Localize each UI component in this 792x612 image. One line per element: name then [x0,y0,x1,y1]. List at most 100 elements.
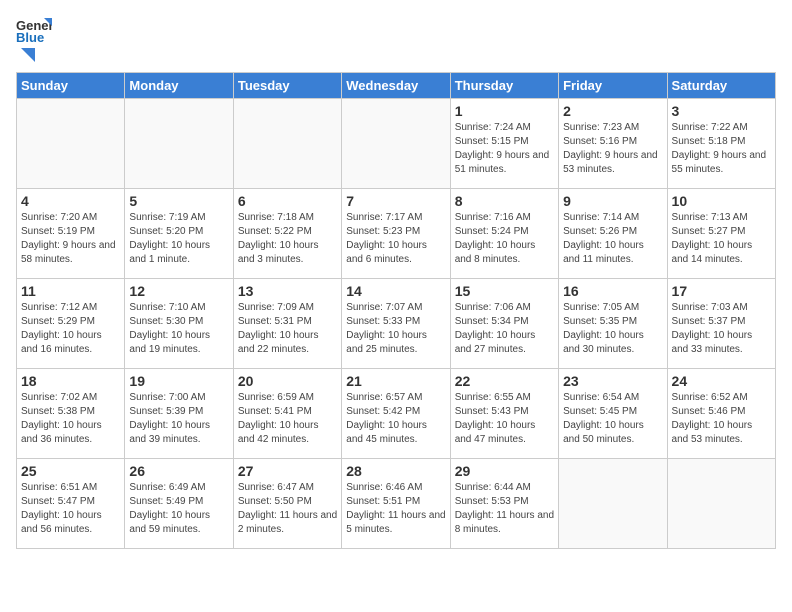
calendar-cell: 6 Sunrise: 7:18 AM Sunset: 5:22 PM Daylig… [233,189,341,279]
svg-text:Blue: Blue [16,30,44,44]
day-info: Sunrise: 7:16 AM Sunset: 5:24 PM Dayligh… [455,211,554,267]
day-info: Sunrise: 6:54 AM Sunset: 5:45 PM Dayligh… [563,391,662,447]
day-info: Sunrise: 6:55 AM Sunset: 5:43 PM Dayligh… [455,391,554,447]
day-info: Sunrise: 7:07 AM Sunset: 5:33 PM Dayligh… [346,301,445,357]
calendar-week-4: 25 Sunrise: 6:51 AM Sunset: 5:47 PM Dayli… [17,459,776,549]
day-number: 16 [563,283,662,299]
calendar-table: SundayMondayTuesdayWednesdayThursdayFrid… [16,72,776,549]
day-info: Sunrise: 7:13 AM Sunset: 5:27 PM Dayligh… [672,211,771,267]
day-number: 24 [672,373,771,389]
calendar-header-thursday: Thursday [450,73,558,99]
day-info: Sunrise: 6:52 AM Sunset: 5:46 PM Dayligh… [672,391,771,447]
day-number: 26 [129,463,228,479]
day-info: Sunrise: 7:14 AM Sunset: 5:26 PM Dayligh… [563,211,662,267]
calendar-header-monday: Monday [125,73,233,99]
calendar-header-wednesday: Wednesday [342,73,450,99]
calendar-cell: 7 Sunrise: 7:17 AM Sunset: 5:23 PM Daylig… [342,189,450,279]
day-info: Sunrise: 7:12 AM Sunset: 5:29 PM Dayligh… [21,301,120,357]
day-number: 11 [21,283,120,299]
day-number: 22 [455,373,554,389]
day-info: Sunrise: 7:05 AM Sunset: 5:35 PM Dayligh… [563,301,662,357]
calendar-header-row: SundayMondayTuesdayWednesdayThursdayFrid… [17,73,776,99]
day-number: 6 [238,193,337,209]
day-number: 25 [21,463,120,479]
calendar-cell: 13 Sunrise: 7:09 AM Sunset: 5:31 PM Dayli… [233,279,341,369]
day-number: 5 [129,193,228,209]
calendar-cell: 2 Sunrise: 7:23 AM Sunset: 5:16 PM Daylig… [559,99,667,189]
day-number: 9 [563,193,662,209]
calendar-cell: 17Sunrise: 7:03 AM Sunset: 5:37 PM Dayli… [667,279,775,369]
day-info: Sunrise: 6:51 AM Sunset: 5:47 PM Dayligh… [21,481,120,537]
calendar-cell: 14 Sunrise: 7:07 AM Sunset: 5:33 PM Dayli… [342,279,450,369]
day-info: Sunrise: 7:20 AM Sunset: 5:19 PM Dayligh… [21,211,120,267]
calendar-cell [667,459,775,549]
calendar-cell: 1 Sunrise: 7:24 AM Sunset: 5:15 PM Daylig… [450,99,558,189]
day-number: 15 [455,283,554,299]
calendar-cell [559,459,667,549]
logo-triangle-icon [17,46,35,64]
day-info: Sunrise: 6:46 AM Sunset: 5:51 PM Dayligh… [346,481,445,537]
day-number: 29 [455,463,554,479]
calendar-cell: 19 Sunrise: 7:00 AM Sunset: 5:39 PM Dayli… [125,369,233,459]
day-info: Sunrise: 7:24 AM Sunset: 5:15 PM Dayligh… [455,121,554,177]
calendar-cell: 11 Sunrise: 7:12 AM Sunset: 5:29 PM Dayli… [17,279,125,369]
day-number: 23 [563,373,662,389]
day-number: 13 [238,283,337,299]
calendar-cell: 12 Sunrise: 7:10 AM Sunset: 5:30 PM Dayli… [125,279,233,369]
day-number: 2 [563,103,662,119]
day-info: Sunrise: 7:19 AM Sunset: 5:20 PM Dayligh… [129,211,228,267]
day-number: 18 [21,373,120,389]
day-number: 4 [21,193,120,209]
calendar-cell: 25 Sunrise: 6:51 AM Sunset: 5:47 PM Dayli… [17,459,125,549]
day-info: Sunrise: 7:03 AM Sunset: 5:37 PM Dayligh… [672,301,771,357]
day-number: 12 [129,283,228,299]
calendar-week-2: 11 Sunrise: 7:12 AM Sunset: 5:29 PM Dayli… [17,279,776,369]
calendar-cell: 5 Sunrise: 7:19 AM Sunset: 5:20 PM Daylig… [125,189,233,279]
calendar-week-1: 4 Sunrise: 7:20 AM Sunset: 5:19 PM Daylig… [17,189,776,279]
day-number: 19 [129,373,228,389]
day-number: 3 [672,103,771,119]
day-number: 7 [346,193,445,209]
day-number: 14 [346,283,445,299]
day-number: 1 [455,103,554,119]
calendar-cell: 26 Sunrise: 6:49 AM Sunset: 5:49 PM Dayli… [125,459,233,549]
calendar-body: 1 Sunrise: 7:24 AM Sunset: 5:15 PM Daylig… [17,99,776,549]
calendar-cell: 29Sunrise: 6:44 AM Sunset: 5:53 PM Dayli… [450,459,558,549]
day-info: Sunrise: 7:23 AM Sunset: 5:16 PM Dayligh… [563,121,662,177]
day-info: Sunrise: 7:17 AM Sunset: 5:23 PM Dayligh… [346,211,445,267]
calendar-cell: 22 Sunrise: 6:55 AM Sunset: 5:43 PM Dayli… [450,369,558,459]
calendar-week-3: 18Sunrise: 7:02 AM Sunset: 5:38 PM Dayli… [17,369,776,459]
calendar-cell: 8 Sunrise: 7:16 AM Sunset: 5:24 PM Daylig… [450,189,558,279]
day-info: Sunrise: 6:47 AM Sunset: 5:50 PM Dayligh… [238,481,337,537]
day-number: 10 [672,193,771,209]
calendar-cell: 10 Sunrise: 7:13 AM Sunset: 5:27 PM Dayli… [667,189,775,279]
calendar-cell: 28Sunrise: 6:46 AM Sunset: 5:51 PM Dayli… [342,459,450,549]
day-info: Sunrise: 7:10 AM Sunset: 5:30 PM Dayligh… [129,301,228,357]
calendar-cell: 24 Sunrise: 6:52 AM Sunset: 5:46 PM Dayli… [667,369,775,459]
day-info: Sunrise: 7:00 AM Sunset: 5:39 PM Dayligh… [129,391,228,447]
calendar-header-friday: Friday [559,73,667,99]
logo: General Blue [16,16,52,64]
calendar-header-saturday: Saturday [667,73,775,99]
day-info: Sunrise: 6:57 AM Sunset: 5:42 PM Dayligh… [346,391,445,447]
day-number: 8 [455,193,554,209]
calendar-week-0: 1 Sunrise: 7:24 AM Sunset: 5:15 PM Daylig… [17,99,776,189]
day-info: Sunrise: 7:09 AM Sunset: 5:31 PM Dayligh… [238,301,337,357]
day-info: Sunrise: 7:06 AM Sunset: 5:34 PM Dayligh… [455,301,554,357]
calendar-cell: 16 Sunrise: 7:05 AM Sunset: 5:35 PM Dayli… [559,279,667,369]
calendar-cell [233,99,341,189]
calendar-cell: 21 Sunrise: 6:57 AM Sunset: 5:42 PM Dayli… [342,369,450,459]
day-info: Sunrise: 6:59 AM Sunset: 5:41 PM Dayligh… [238,391,337,447]
logo-icon: General Blue [16,16,52,44]
calendar-cell: 20Sunrise: 6:59 AM Sunset: 5:41 PM Dayli… [233,369,341,459]
calendar-header-sunday: Sunday [17,73,125,99]
calendar-cell: 3Sunrise: 7:22 AM Sunset: 5:18 PM Daylig… [667,99,775,189]
calendar-cell [17,99,125,189]
day-info: Sunrise: 6:49 AM Sunset: 5:49 PM Dayligh… [129,481,228,537]
calendar-cell: 27Sunrise: 6:47 AM Sunset: 5:50 PM Dayli… [233,459,341,549]
day-number: 21 [346,373,445,389]
day-info: Sunrise: 7:18 AM Sunset: 5:22 PM Dayligh… [238,211,337,267]
calendar-cell [342,99,450,189]
calendar-header-tuesday: Tuesday [233,73,341,99]
calendar-cell: 18Sunrise: 7:02 AM Sunset: 5:38 PM Dayli… [17,369,125,459]
